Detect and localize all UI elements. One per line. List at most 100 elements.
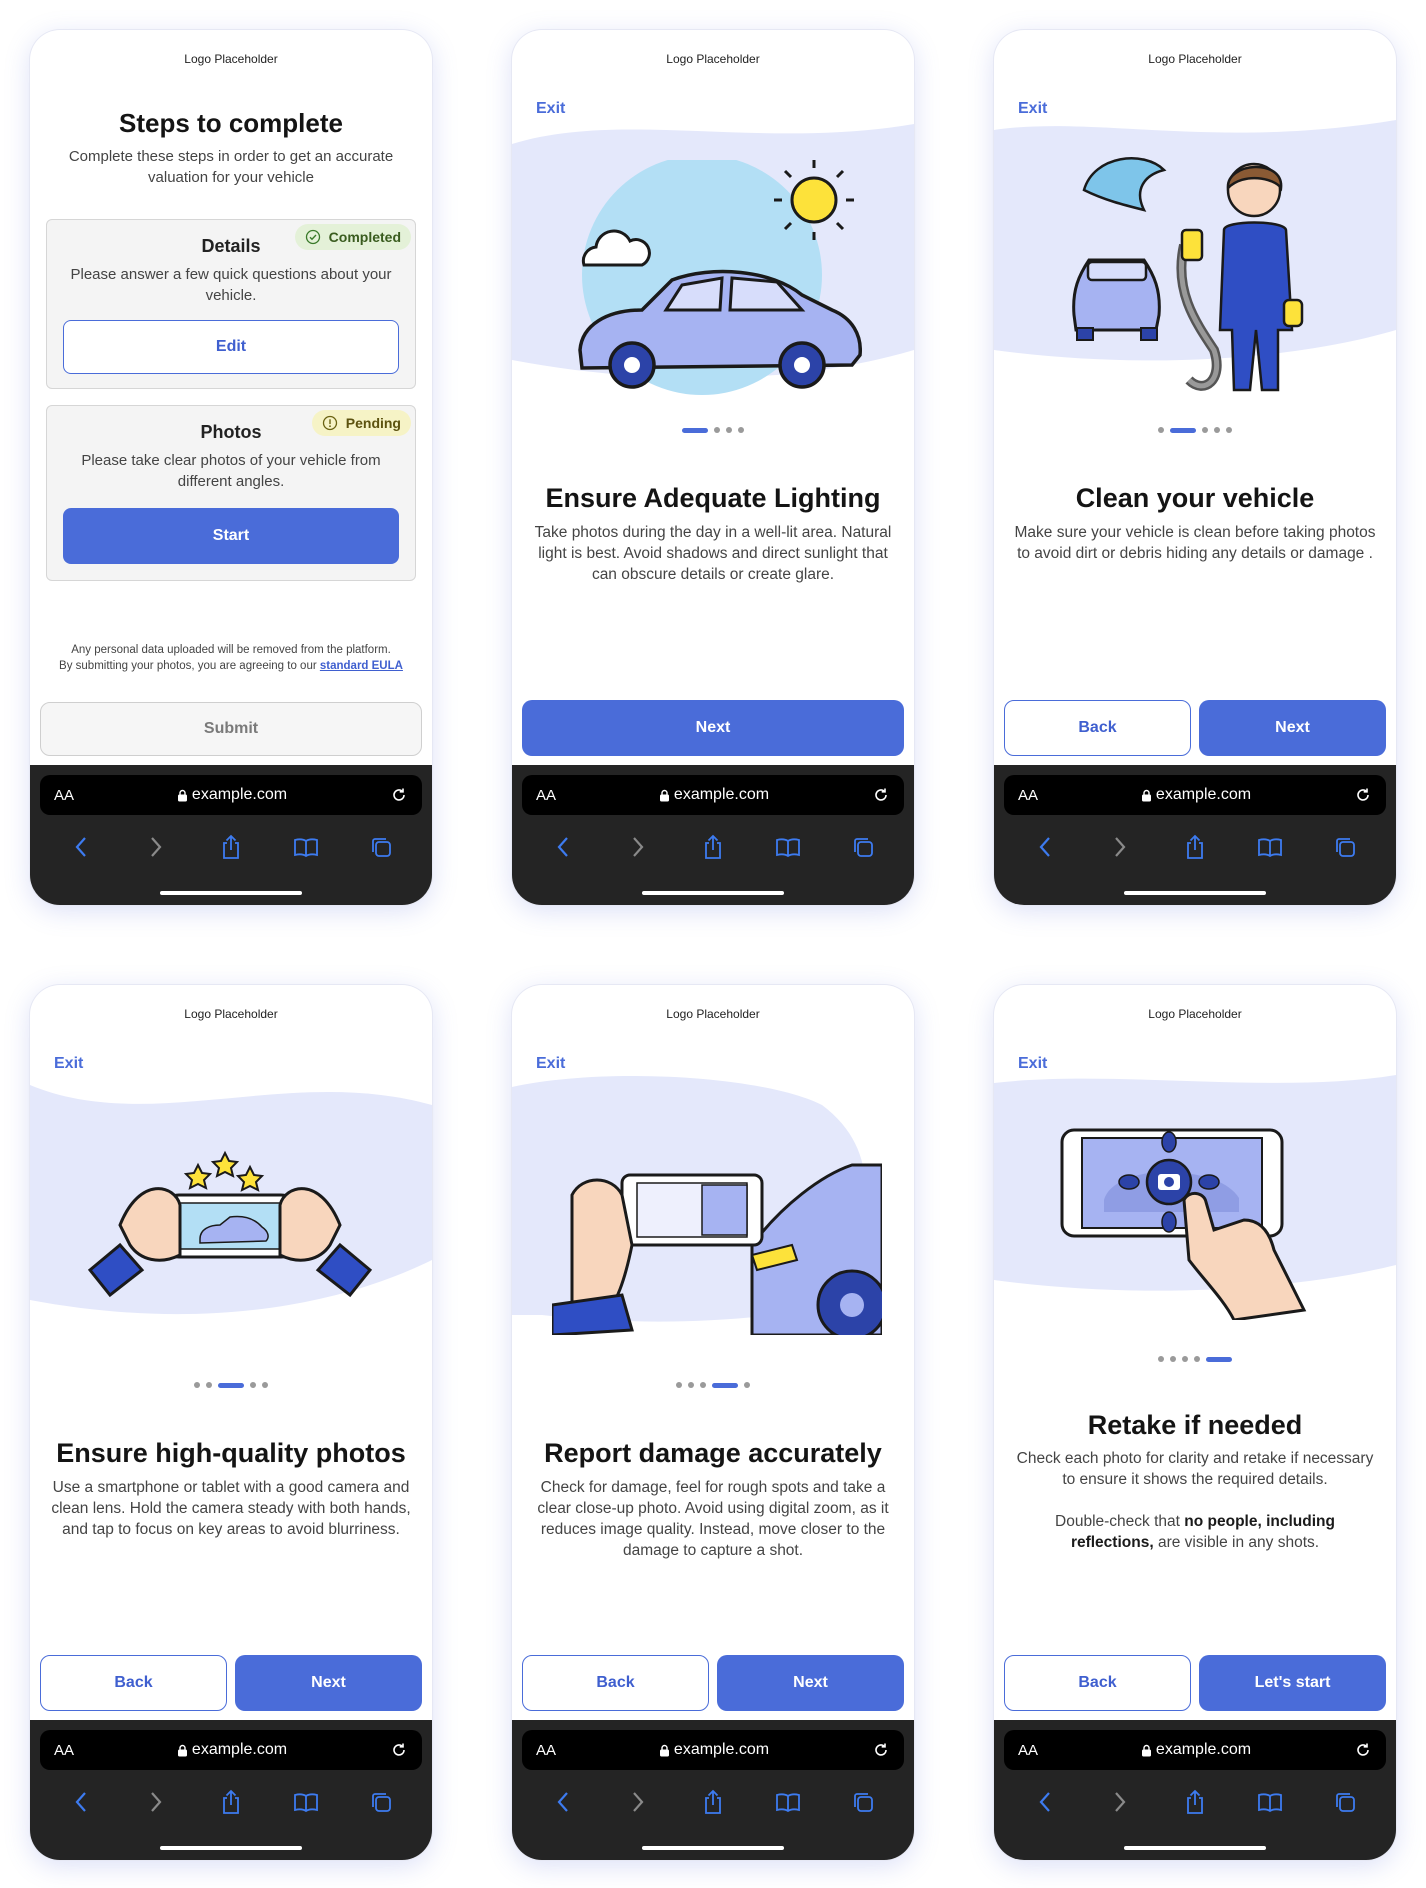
text-size-button[interactable]: AA <box>536 787 556 804</box>
address-bar[interactable]: AA example.com <box>40 1730 422 1770</box>
tabs-icon[interactable] <box>1331 1788 1359 1816</box>
share-icon[interactable] <box>217 1788 245 1816</box>
exit-link[interactable]: Exit <box>54 1055 83 1073</box>
back-icon[interactable] <box>67 1788 95 1816</box>
screen-title: Retake if needed <box>1087 1410 1303 1440</box>
text-size-button[interactable]: AA <box>54 787 74 804</box>
tabs-icon[interactable] <box>849 1788 877 1816</box>
quality-photo-illustration <box>87 1150 373 1298</box>
tabs-icon[interactable] <box>367 1788 395 1816</box>
lock-icon <box>659 1744 669 1756</box>
lock-icon <box>177 1744 187 1756</box>
exit-link[interactable]: Exit <box>536 1055 565 1073</box>
photos-text: Please take clear photos of your vehicle… <box>81 452 381 490</box>
forward-icon[interactable] <box>1106 1788 1134 1816</box>
carousel-dots <box>512 427 914 433</box>
back-icon[interactable] <box>1031 833 1059 861</box>
screen-text: Check for damage, feel for rough spots a… <box>537 1479 889 1559</box>
screen-text: Make sure your vehicle is clean before t… <box>1014 524 1376 562</box>
lock-icon <box>1141 789 1151 801</box>
address-bar[interactable]: AA example.com <box>522 775 904 815</box>
text-size-button[interactable]: AA <box>1018 1742 1038 1759</box>
share-icon[interactable] <box>699 1788 727 1816</box>
bookmarks-icon[interactable] <box>292 1788 320 1816</box>
back-icon[interactable] <box>549 1788 577 1816</box>
browser-toolbar: AA example.com <box>994 765 1396 905</box>
address-bar[interactable]: AA example.com <box>522 1730 904 1770</box>
forward-icon[interactable] <box>624 833 652 861</box>
back-icon[interactable] <box>1031 1788 1059 1816</box>
submit-button[interactable]: Submit <box>40 702 422 756</box>
screen-text: Use a smartphone or tablet with a good c… <box>51 1479 411 1538</box>
next-button[interactable]: Next <box>717 1655 904 1711</box>
url-text: example.com <box>673 1741 770 1758</box>
lighting-illustration <box>578 160 862 395</box>
forward-icon[interactable] <box>624 1788 652 1816</box>
home-indicator <box>160 1846 302 1850</box>
tabs-icon[interactable] <box>1331 833 1359 861</box>
logo-placeholder: Logo Placeholder <box>666 1007 760 1021</box>
bookmarks-icon[interactable] <box>292 833 320 861</box>
reload-icon[interactable] <box>1354 1741 1372 1759</box>
carousel-dot <box>1202 427 1208 433</box>
lets-start-button[interactable]: Let's start <box>1199 1655 1386 1711</box>
eula-link[interactable]: standard EULA <box>320 660 403 672</box>
carousel-dot <box>744 1382 750 1388</box>
next-button[interactable]: Next <box>1199 700 1386 756</box>
home-indicator <box>642 891 784 895</box>
exit-link[interactable]: Exit <box>1018 100 1047 118</box>
disclaimer-line-2: By submitting your photos, you are agree… <box>59 660 317 672</box>
back-icon[interactable] <box>67 833 95 861</box>
details-card: Completed Details Please answer a few qu… <box>46 219 416 389</box>
start-button[interactable]: Start <box>63 508 399 564</box>
carousel-dot <box>1158 1356 1164 1362</box>
tabs-icon[interactable] <box>849 833 877 861</box>
edit-button[interactable]: Edit <box>63 320 399 374</box>
home-indicator <box>1124 1846 1266 1850</box>
share-icon[interactable] <box>1181 833 1209 861</box>
bookmarks-icon[interactable] <box>1256 1788 1284 1816</box>
back-button[interactable]: Back <box>1004 700 1191 756</box>
carousel-dot <box>262 1382 268 1388</box>
browser-toolbar: AA example.com <box>512 765 914 905</box>
forward-icon[interactable] <box>142 1788 170 1816</box>
carousel-dot-active <box>1170 427 1196 433</box>
carousel-dot <box>1158 427 1164 433</box>
share-icon[interactable] <box>217 833 245 861</box>
forward-icon[interactable] <box>142 833 170 861</box>
disclaimer-line-1: Any personal data uploaded will be remov… <box>71 644 391 656</box>
text-size-button[interactable]: AA <box>54 1742 74 1759</box>
address-bar[interactable]: AA example.com <box>1004 1730 1386 1770</box>
carousel-dot <box>700 1382 706 1388</box>
exit-link[interactable]: Exit <box>536 100 565 118</box>
back-button[interactable]: Back <box>40 1655 227 1711</box>
next-button[interactable]: Next <box>522 700 904 756</box>
address-bar[interactable]: AA example.com <box>40 775 422 815</box>
reload-icon[interactable] <box>390 1741 408 1759</box>
next-button[interactable]: Next <box>235 1655 422 1711</box>
back-icon[interactable] <box>549 833 577 861</box>
screen-title: Ensure Adequate Lighting <box>545 483 881 513</box>
forward-icon[interactable] <box>1106 833 1134 861</box>
exit-link[interactable]: Exit <box>1018 1055 1047 1073</box>
text-size-button[interactable]: AA <box>536 1742 556 1759</box>
clean-screen: Logo Placeholder Exit Clean your vehicle… <box>994 30 1396 905</box>
bookmarks-icon[interactable] <box>774 833 802 861</box>
back-button[interactable]: Back <box>522 1655 709 1711</box>
tabs-icon[interactable] <box>367 833 395 861</box>
bookmarks-icon[interactable] <box>774 1788 802 1816</box>
screen-title: Report damage accurately <box>544 1438 882 1468</box>
address-bar[interactable]: AA example.com <box>1004 775 1386 815</box>
reload-icon[interactable] <box>1354 786 1372 804</box>
reload-icon[interactable] <box>390 786 408 804</box>
retake-illustration <box>1060 1128 1307 1320</box>
reload-icon[interactable] <box>872 1741 890 1759</box>
text-size-button[interactable]: AA <box>1018 787 1038 804</box>
back-button[interactable]: Back <box>1004 1655 1191 1711</box>
carousel-dots <box>30 1382 432 1388</box>
reload-icon[interactable] <box>872 786 890 804</box>
screen-title: Ensure high-quality photos <box>56 1438 406 1468</box>
bookmarks-icon[interactable] <box>1256 833 1284 861</box>
share-icon[interactable] <box>699 833 727 861</box>
share-icon[interactable] <box>1181 1788 1209 1816</box>
